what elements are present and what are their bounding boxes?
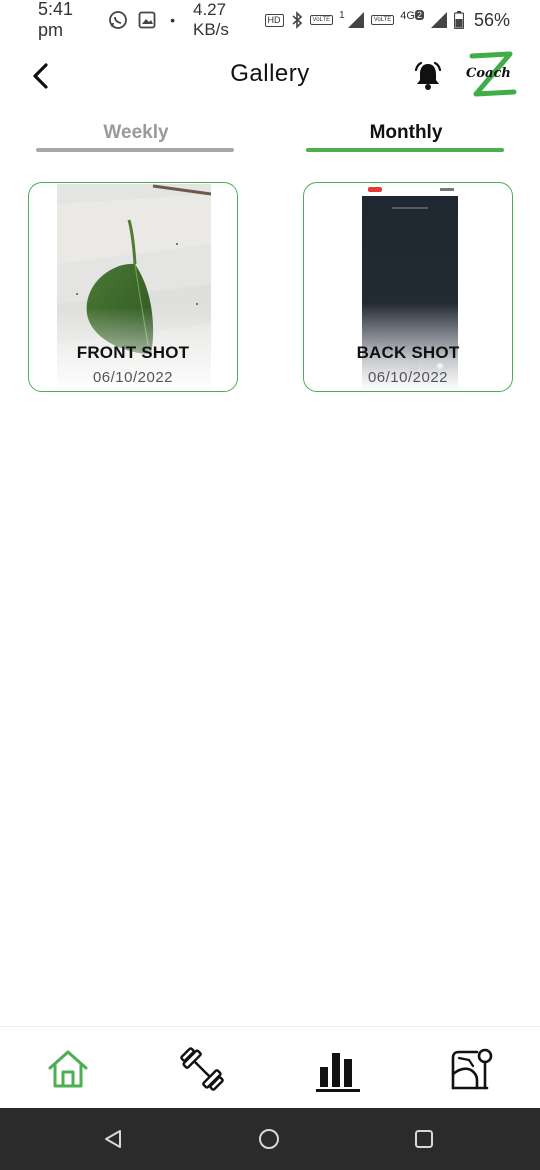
tab-weekly[interactable]: Weekly — [36, 114, 236, 158]
system-recents-button[interactable] — [407, 1122, 441, 1156]
square-recents-icon — [415, 1130, 433, 1148]
hd-badge: HD — [264, 13, 284, 27]
system-status-icons: HD VoLTE 1 VoLTE 4G 2 56% — [264, 9, 510, 31]
signal-2-icon — [430, 12, 447, 28]
tab-monthly-underline — [306, 148, 504, 152]
back-shot-date: 06/10/2022 — [367, 369, 449, 386]
nav-home[interactable] — [40, 1041, 96, 1097]
home-icon — [48, 1050, 88, 1088]
signal-icon — [347, 12, 364, 28]
volte-badge-2: VoLTE — [370, 15, 395, 25]
circle-home-icon — [259, 1129, 279, 1149]
system-home-button[interactable] — [252, 1122, 286, 1156]
volte-badge-1: VoLTE — [309, 15, 334, 25]
tab-weekly-label: Weekly — [103, 122, 169, 143]
app-header: Gallery Coach — [0, 44, 540, 108]
back-shot-title: BACK SHOT — [356, 343, 460, 362]
status-time: 5:41 pm — [38, 0, 74, 40]
network-speed: 4.27 KB/s — [192, 0, 229, 39]
sim2-badge: 2 — [414, 9, 424, 20]
notifications-button[interactable] — [408, 56, 448, 96]
front-shot-date: 06/10/2022 — [92, 369, 174, 386]
app-logo: Coach — [462, 50, 522, 102]
logo-text: Coach — [466, 66, 511, 81]
network-type: 4G — [400, 9, 415, 22]
gallery-notification-icon — [138, 11, 156, 29]
system-navigation-bar — [0, 1108, 540, 1170]
nav-workout[interactable] — [174, 1041, 230, 1097]
bottom-navigation — [0, 1026, 540, 1108]
tab-monthly-label: Monthly — [369, 122, 443, 143]
notification-icons — [108, 10, 156, 30]
bell-icon — [414, 61, 442, 90]
nav-stats[interactable] — [310, 1041, 366, 1097]
chevron-left-icon — [33, 63, 48, 89]
triangle-back-icon — [105, 1130, 121, 1148]
front-shot-title: FRONT SHOT — [76, 343, 190, 362]
nav-progress[interactable] — [444, 1041, 500, 1097]
dumbbell-icon — [180, 1047, 224, 1091]
sim-indicator: 1 — [339, 9, 345, 21]
battery-icon — [453, 11, 464, 29]
body-progress-icon — [451, 1048, 493, 1090]
period-tabs: Weekly Monthly — [0, 114, 540, 158]
status-dot: • — [170, 12, 175, 28]
back-button[interactable] — [22, 58, 58, 94]
tab-monthly[interactable]: Monthly — [306, 114, 506, 158]
tab-weekly-underline — [36, 148, 234, 152]
battery-percent: 56% — [473, 9, 510, 30]
bar-chart-icon — [316, 1053, 360, 1092]
back-shot-card[interactable]: BACK SHOT 06/10/2022 — [303, 182, 513, 392]
whatsapp-icon — [109, 11, 127, 29]
page-title: Gallery — [230, 60, 310, 87]
system-back-button[interactable] — [96, 1122, 130, 1156]
status-bar: 5:41 pm • 4.27 KB/s HD VoLTE 1 VoLTE 4G … — [0, 0, 540, 40]
front-shot-card[interactable]: FRONT SHOT 06/10/2022 — [28, 182, 238, 392]
bluetooth-icon — [292, 11, 302, 29]
